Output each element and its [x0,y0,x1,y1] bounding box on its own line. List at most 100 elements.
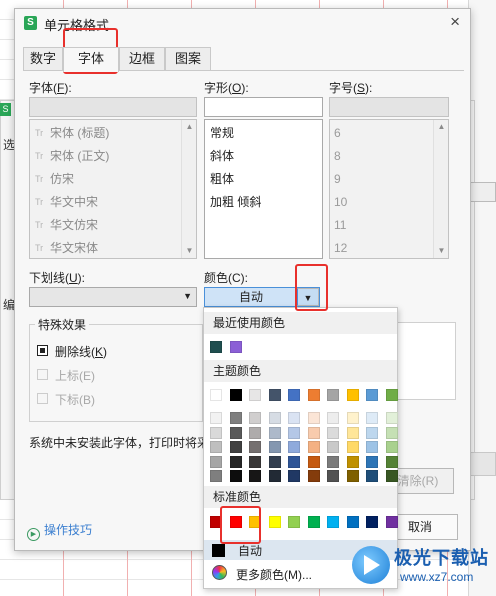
theme-shade-swatch[interactable] [249,441,261,453]
subscript-checkbox[interactable] [37,393,48,404]
scroll-up-icon[interactable]: ▲ [434,120,448,134]
standard-color-swatch[interactable] [327,516,339,528]
theme-shade-swatch[interactable] [307,441,320,453]
list-item[interactable]: 10 [330,191,448,214]
list-item[interactable]: 6 [330,122,448,145]
recent-color-swatch[interactable] [210,341,222,353]
theme-shade-swatch[interactable] [249,455,261,468]
theme-color-swatch[interactable] [307,389,320,401]
list-item[interactable]: 9 [330,168,448,191]
theme-color-swatch[interactable] [268,389,281,401]
theme-shade-swatch[interactable] [366,455,378,468]
font-style-input[interactable] [204,97,323,117]
font-style-list[interactable]: 加粗 倾斜 粗体 斜体 常规 [204,119,323,259]
theme-shade-swatch[interactable] [268,455,281,468]
recent-color-swatch[interactable] [229,341,242,353]
theme-shade-swatch[interactable] [229,412,242,424]
list-item[interactable]: 斜体 [205,145,322,168]
theme-shade-swatch[interactable] [229,470,242,482]
theme-shade-swatch[interactable] [346,412,359,424]
superscript-checkbox[interactable] [37,369,48,380]
theme-shade-swatch[interactable] [385,455,398,468]
theme-shade-swatch[interactable] [229,426,242,439]
theme-color-swatch[interactable] [288,389,300,401]
list-item[interactable]: 加粗 倾斜 [205,191,322,214]
theme-color-swatch[interactable] [366,389,378,401]
theme-shade-swatch[interactable] [346,455,359,468]
superscript-label[interactable]: 上标(E) [55,367,95,384]
theme-color-swatch[interactable] [327,389,339,401]
tips-link[interactable]: ▶ 操作技巧 [27,521,92,541]
theme-shade-swatch[interactable] [327,455,339,468]
theme-shade-swatch[interactable] [366,412,378,424]
list-item[interactable]: Tr 宋体 (标题) [30,122,196,145]
tab-number[interactable]: 数字 [23,47,63,71]
scroll-down-icon[interactable]: ▼ [182,244,196,258]
standard-color-swatch[interactable] [346,516,359,528]
theme-shade-swatch[interactable] [210,455,222,468]
theme-shade-swatch[interactable] [210,470,222,482]
chevron-down-icon[interactable]: ▼ [183,291,192,301]
scroll-up-icon[interactable]: ▲ [182,120,196,134]
list-item[interactable]: Tr 华文中宋 [30,191,196,214]
theme-shade-swatch[interactable] [346,426,359,439]
theme-shade-swatch[interactable] [346,470,359,482]
theme-shade-swatch[interactable] [288,426,300,439]
list-item[interactable]: Tr 宋体 (正文) [30,145,196,168]
tab-border[interactable]: 边框 [119,47,165,71]
list-item[interactable]: Tr 仿宋 [30,168,196,191]
theme-shade-swatch[interactable] [327,441,339,453]
theme-shade-swatch[interactable] [249,412,261,424]
theme-shade-swatch[interactable] [210,426,222,439]
theme-color-swatch[interactable] [346,389,359,401]
scroll-down-icon[interactable]: ▼ [434,244,448,258]
theme-shade-swatch[interactable] [288,455,300,468]
theme-shade-swatch[interactable] [249,426,261,439]
theme-shade-swatch[interactable] [268,426,281,439]
theme-shade-swatch[interactable] [385,412,398,424]
theme-shade-swatch[interactable] [327,426,339,439]
theme-shade-swatch[interactable] [307,412,320,424]
theme-shade-swatch[interactable] [385,441,398,453]
close-icon[interactable]: × [450,13,460,31]
theme-shade-swatch[interactable] [268,470,281,482]
theme-shade-swatch[interactable] [385,470,398,482]
tab-pattern[interactable]: 图案 [165,47,211,71]
standard-color-swatch[interactable] [307,516,320,528]
theme-shade-swatch[interactable] [268,412,281,424]
theme-shade-swatch[interactable] [268,441,281,453]
standard-color-swatch[interactable] [268,516,281,528]
list-item[interactable]: 11 [330,214,448,237]
font-size-list[interactable]: 12 11 10 9 8 6 ▲ ▼ [329,119,449,259]
strikethrough-checkbox[interactable] [37,345,48,356]
list-item[interactable]: 常规 [205,122,322,145]
theme-shade-swatch[interactable] [307,470,320,482]
strikethrough-label[interactable]: 删除线(K) [55,343,107,360]
subscript-label[interactable]: 下标(B) [55,391,95,408]
font-list-scrollbar[interactable]: ▲ ▼ [181,120,196,258]
theme-color-swatch[interactable] [385,389,398,401]
theme-shade-swatch[interactable] [210,441,222,453]
theme-shade-swatch[interactable] [210,412,222,424]
underline-dropdown[interactable]: ▼ [29,287,197,307]
theme-shade-swatch[interactable] [366,470,378,482]
size-list-scrollbar[interactable]: ▲ ▼ [433,120,448,258]
theme-shade-swatch[interactable] [346,441,359,453]
theme-shade-swatch[interactable] [307,426,320,439]
theme-color-swatch[interactable] [210,389,222,401]
list-item[interactable]: 粗体 [205,168,322,191]
theme-shade-swatch[interactable] [385,426,398,439]
theme-shade-swatch[interactable] [366,441,378,453]
theme-shade-swatch[interactable] [327,412,339,424]
font-list[interactable]: Tr 华文宋体 Tr 华文仿宋 Tr 华文中宋 Tr 仿宋 Tr 宋体 (正文) Tr 宋体 (标题)… [29,119,197,259]
theme-shade-swatch[interactable] [288,441,300,453]
font-name-input[interactable] [29,97,197,117]
list-item[interactable]: Tr 华文宋体 [30,237,196,258]
tab-font[interactable]: 字体 [63,47,119,72]
standard-color-swatch[interactable] [288,516,300,528]
theme-shade-swatch[interactable] [327,470,339,482]
theme-shade-swatch[interactable] [288,470,300,482]
theme-color-swatch[interactable] [249,389,261,401]
font-size-input[interactable] [329,97,449,117]
theme-shade-swatch[interactable] [307,455,320,468]
